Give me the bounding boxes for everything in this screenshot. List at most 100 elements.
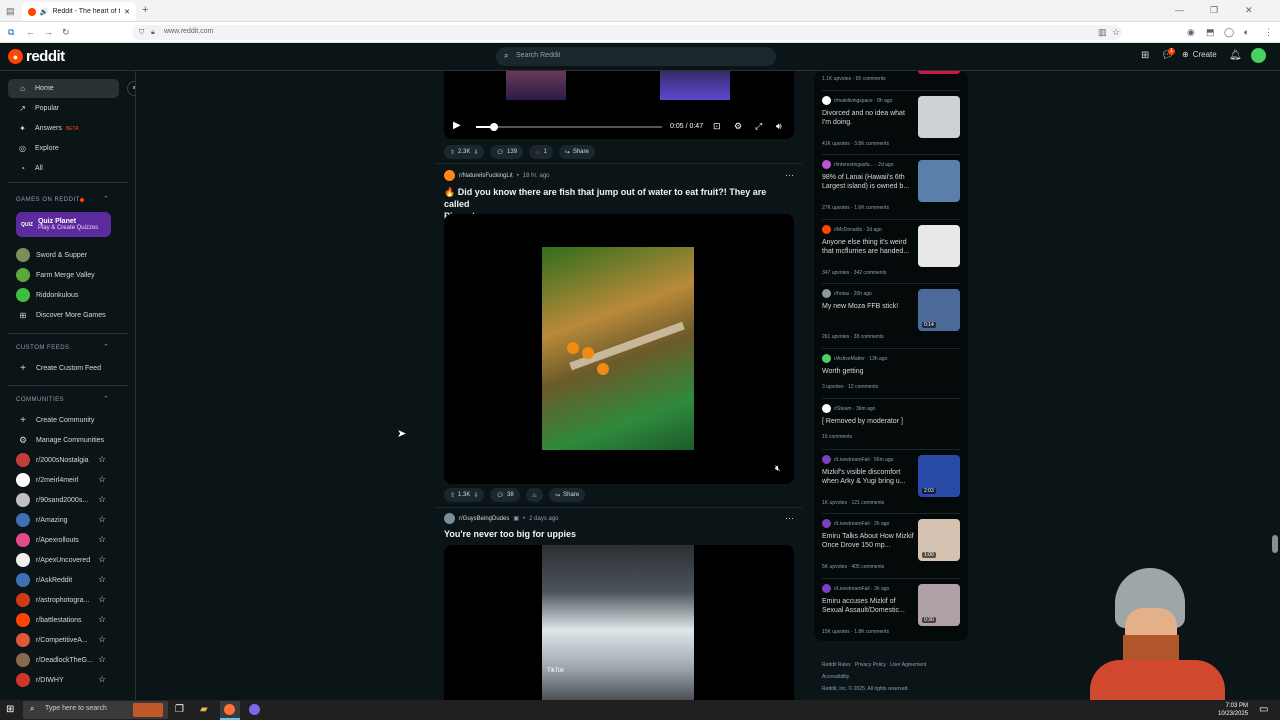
community-item[interactable]: r/2000sNostalgia ☆	[16, 451, 116, 469]
extension-icon[interactable]: ◉	[1187, 26, 1195, 38]
favorite-star-icon[interactable]: ☆	[98, 554, 106, 565]
rail-post-thumbnail[interactable]: 0:30	[918, 584, 960, 626]
custom-feeds-header[interactable]: CUSTOM FEEDS	[16, 345, 70, 351]
favorite-star-icon[interactable]: ☆	[98, 674, 106, 685]
back-icon[interactable]: ←	[26, 26, 35, 38]
community-item[interactable]: r/CompetitiveA... ☆	[16, 631, 116, 649]
footer-link[interactable]: Reddit Rules	[822, 662, 851, 668]
avatar[interactable]	[1251, 48, 1266, 63]
community-item[interactable]: r/astrophotogra... ☆	[16, 591, 116, 609]
comments-button[interactable]: 💬︎ 139	[490, 145, 524, 159]
rail-post-thumbnail[interactable]: 1:00	[918, 519, 960, 561]
community-item[interactable]: r/ApexUncovered ☆	[16, 551, 116, 569]
new-tab-icon[interactable]: +	[142, 4, 148, 16]
rail-post-thumbnail[interactable]: 0:14	[918, 289, 960, 331]
rail-post[interactable]: r/Steam · 36m ago [ Removed by moderator …	[822, 404, 962, 426]
communities-header[interactable]: COMMUNITIES	[16, 397, 64, 403]
favorite-star-icon[interactable]: ☆	[98, 514, 106, 525]
notification-center-icon[interactable]: ▭	[1259, 704, 1268, 715]
community-item[interactable]: r/90sand2000s... ☆	[16, 491, 116, 509]
play-icon[interactable]: ▶	[453, 120, 461, 131]
page-scrollbar-thumb[interactable]	[1272, 535, 1278, 553]
nav-popular[interactable]: ↗ Popular	[8, 99, 119, 118]
windows-start-icon[interactable]: ⊞	[6, 704, 14, 715]
nav-home[interactable]: ⌂ Home	[8, 79, 119, 98]
progress-track[interactable]	[476, 126, 662, 128]
favorite-star-icon[interactable]: ☆	[98, 594, 106, 605]
rail-post-title[interactable]: Worth getting	[822, 367, 914, 376]
favorite-star-icon[interactable]: ☆	[98, 454, 106, 465]
favorite-star-icon[interactable]: ☆	[98, 654, 106, 665]
subreddit-link[interactable]: r/NatureIsFuckingLit	[459, 173, 513, 179]
community-item[interactable]: r/AskReddit ☆	[16, 571, 116, 589]
rail-post-title[interactable]: Mizkif's visible discomfort when Arky & …	[822, 468, 914, 486]
rail-post-thumbnail[interactable]	[918, 160, 960, 202]
taskbar-clock[interactable]: 7:03 PM 10/23/2025	[1218, 702, 1248, 718]
community-item[interactable]: r/2meirl4meirl ☆	[16, 471, 116, 489]
footer-link[interactable]: User Agreement	[890, 662, 926, 668]
create-button[interactable]: ⊕ Create	[1182, 50, 1217, 59]
post2-media[interactable]: 🔇︎	[444, 214, 794, 484]
award-button[interactable]: ♨ 1	[529, 145, 553, 159]
rail-post-title[interactable]: Emiru accuses Mizkif of Sexual Assault/D…	[822, 597, 914, 615]
notification-bell-icon[interactable]: 🔔︎	[1229, 50, 1242, 61]
community-item[interactable]: r/battlestations ☆	[16, 611, 116, 629]
community-item[interactable]: r/Amazing ☆	[16, 511, 116, 529]
advertise-icon[interactable]: ⊞	[1141, 50, 1149, 61]
captions-icon[interactable]: ⊡	[713, 121, 721, 132]
bookmark-star-icon[interactable]: ☆	[1112, 26, 1120, 38]
rail-post-subreddit[interactable]: r/ActiveMatter · 13h ago	[822, 354, 962, 363]
url-field[interactable]: ⛉ 🔒︎ www.reddit.com	[132, 25, 1122, 40]
nav-all[interactable]: ◔ All	[8, 159, 119, 178]
rail-post-title[interactable]: Divorced and no idea what I'm doing.	[822, 109, 914, 127]
discover-more-games[interactable]: ⊞ Discover More Games	[16, 306, 116, 324]
rail-post[interactable]: r/ActiveMatter · 13h ago Worth getting	[822, 354, 962, 376]
search-input[interactable]: ⌕ Search Reddit	[496, 47, 776, 66]
manage-communities[interactable]: ⚙ Manage Communities	[16, 431, 116, 449]
upvote-icon[interactable]: ⇧	[450, 492, 455, 499]
chevron-up-icon[interactable]: ⌃	[103, 343, 109, 351]
create-custom-feed[interactable]: + Create Custom Feed	[16, 359, 116, 377]
volume-icon[interactable]: 🔊︎	[776, 121, 782, 132]
favorite-star-icon[interactable]: ☆	[98, 474, 106, 485]
reddit-logo[interactable]: ● reddit	[8, 48, 65, 65]
reader-view-icon[interactable]: ▥	[1098, 26, 1107, 38]
post3-media[interactable]: TikTok	[444, 545, 794, 700]
footer-link[interactable]: Accessibility	[822, 674, 849, 680]
file-explorer-icon[interactable]: ▰	[200, 704, 208, 715]
share-button[interactable]: ↪ Share	[558, 145, 595, 159]
game-riddonkulous[interactable]: Riddonkulous	[16, 286, 116, 304]
subreddit-avatar[interactable]	[444, 513, 455, 524]
game-sword-supper[interactable]: Sword & Supper	[16, 246, 116, 264]
award-button[interactable]: ♨	[525, 488, 544, 502]
rail-post-title[interactable]: My new Moza FFB stick!	[822, 302, 914, 311]
tab-list-icon[interactable]: ⧉	[8, 26, 14, 38]
favorite-star-icon[interactable]: ☆	[98, 494, 106, 505]
settings-gear-icon[interactable]: ⚙	[734, 121, 742, 132]
upvote-icon[interactable]: ⇧	[450, 149, 455, 156]
post-overflow-icon[interactable]: ⋯	[785, 170, 794, 181]
community-item[interactable]: r/Apexrollouts ☆	[16, 531, 116, 549]
favorite-star-icon[interactable]: ☆	[98, 574, 106, 585]
footer-link[interactable]: Privacy Policy	[855, 662, 886, 668]
nav-explore[interactable]: ◎ Explore	[8, 139, 119, 158]
taskbar-search[interactable]: ⌕ Type here to search	[23, 701, 168, 719]
rail-post-thumbnail[interactable]	[918, 96, 960, 138]
rail-post-title[interactable]: 98% of Lanai (Hawaii's 6th Largest islan…	[822, 173, 914, 191]
subreddit-avatar[interactable]	[444, 170, 455, 181]
create-community[interactable]: + Create Community	[16, 411, 116, 429]
collapse-sidebar-icon[interactable]: ≡	[127, 81, 135, 96]
rail-post-thumbnail[interactable]: 2:03	[918, 455, 960, 497]
mute-icon[interactable]: 🔇︎	[775, 463, 781, 474]
video-player[interactable]: ▶ 0:05 / 0:47 ⊡ ⚙ ⤢ 🔊︎	[444, 71, 794, 139]
browser-tab[interactable]: 🔊 Reddit - The heart of the in ✕	[22, 2, 136, 21]
subreddit-link[interactable]: r/GuysBeingDudes	[459, 516, 509, 522]
pocket-icon[interactable]: ⬒	[1206, 26, 1215, 38]
rail-post-title[interactable]: Emiru Talks About How Mizkif Once Drove …	[822, 532, 914, 550]
favorite-star-icon[interactable]: ☆	[98, 614, 106, 625]
taskbar-firefox-active[interactable]	[220, 701, 240, 720]
community-item[interactable]: r/DeadlockTheG... ☆	[16, 651, 116, 669]
comments-button[interactable]: 💬︎ 38	[490, 488, 520, 502]
post-overflow-icon[interactable]: ⋯	[785, 513, 794, 524]
fullscreen-icon[interactable]: ⤢	[755, 121, 762, 132]
